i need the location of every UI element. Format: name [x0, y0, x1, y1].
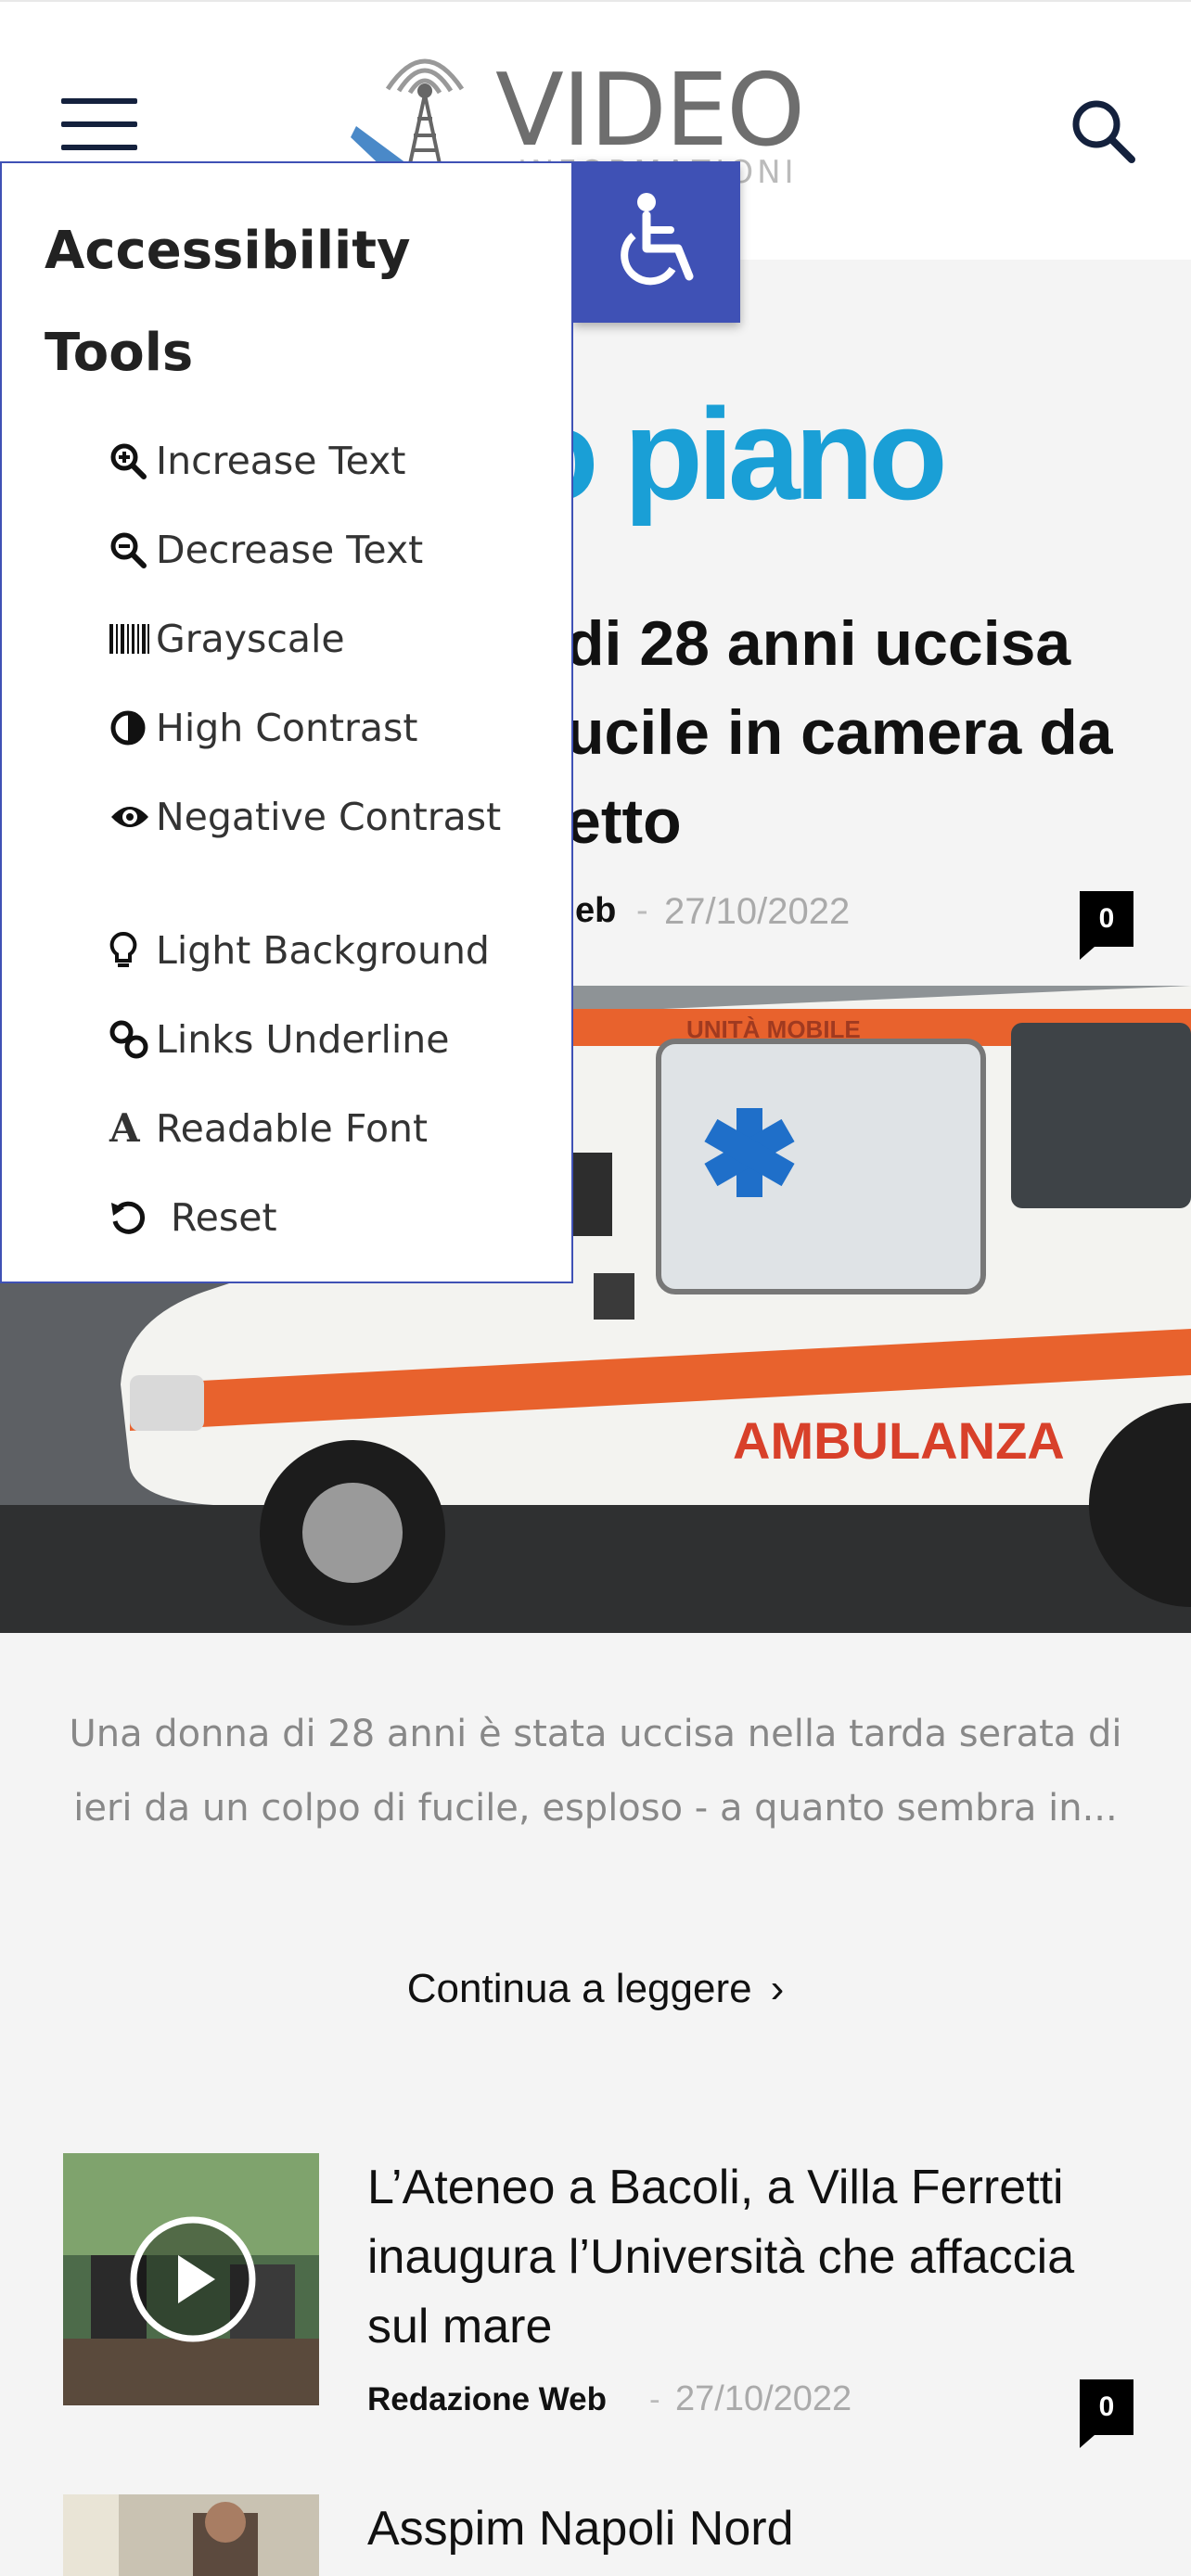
accessibility-toggle-button[interactable]	[573, 161, 740, 323]
hero-van-top-text: UNITÀ MOBILE	[686, 1015, 861, 1043]
article-date: 27/10/2022	[675, 2379, 852, 2418]
light-background-button[interactable]: Light Background	[109, 924, 555, 975]
links-underline-button[interactable]: Links Underline	[109, 1013, 555, 1064]
article-title[interactable]: Asspim Napoli Nord	[367, 2494, 1137, 2564]
high-contrast-button[interactable]: High Contrast	[109, 701, 555, 752]
article-title[interactable]: L’Ateneo a Bacoli, a Villa Ferretti inau…	[367, 2153, 1137, 2362]
meta-separator: -	[649, 2381, 660, 2417]
grayscale-label: Grayscale	[156, 617, 345, 661]
logo-text: VIDEO	[495, 53, 805, 169]
article-author[interactable]: Redazione Web	[367, 2381, 607, 2418]
eye-icon	[109, 802, 156, 832]
readable-font-button[interactable]: A Readable Font	[109, 1102, 555, 1153]
high-contrast-label: High Contrast	[156, 706, 418, 750]
decrease-text-label: Decrease Text	[156, 528, 424, 572]
comment-count-badge[interactable]: 0	[1080, 2379, 1133, 2448]
zoom-in-icon	[109, 442, 156, 479]
hamburger-icon[interactable]	[61, 98, 137, 150]
list-item: L’Ateneo a Bacoli, a Villa Ferretti inau…	[0, 2153, 1191, 2448]
search-icon[interactable]	[1070, 98, 1137, 165]
reset-icon	[109, 1199, 171, 1236]
article-thumbnail[interactable]	[63, 2153, 319, 2405]
meta-separator: -	[636, 891, 648, 930]
featured-headline-text: di 28 anni uccisa ucile in camera da ett…	[566, 608, 1113, 857]
section-title: o piano	[519, 381, 948, 527]
barcode-icon	[109, 622, 156, 656]
negative-contrast-label: Negative Contrast	[156, 795, 502, 839]
featured-headline[interactable]: di 28 anni uccisa ucile in camera da ett…	[566, 599, 1159, 859]
accessibility-tools-panel: Accessibility Tools Increase Text Decrea…	[0, 161, 573, 1283]
increase-text-button[interactable]: Increase Text	[109, 434, 555, 485]
continue-reading-link[interactable]: Continua a leggere ›	[0, 1966, 1191, 2012]
antenna-logo-icon	[351, 58, 465, 172]
font-icon: A	[109, 1105, 140, 1151]
zoom-out-icon	[109, 531, 156, 568]
readable-font-label: Readable Font	[156, 1106, 429, 1151]
accessibility-title: Accessibility Tools	[45, 221, 411, 383]
reset-button[interactable]: Reset	[109, 1191, 555, 1242]
comment-count: 0	[1098, 2391, 1115, 2422]
hero-van-text: AMBULANZA	[733, 1411, 1065, 1470]
light-background-label: Light Background	[156, 928, 490, 973]
increase-text-label: Increase Text	[156, 439, 406, 483]
contrast-icon	[109, 709, 156, 746]
article-thumbnail[interactable]	[63, 2494, 319, 2576]
link-icon	[109, 1020, 156, 1059]
negative-contrast-button[interactable]: Negative Contrast	[109, 790, 555, 841]
grayscale-button[interactable]: Grayscale	[109, 612, 555, 663]
comment-count: 0	[1098, 903, 1115, 934]
featured-excerpt: Una donna di 28 anni è stata uccisa nell…	[69, 1713, 1122, 1830]
chevron-right-icon: ›	[770, 1966, 785, 2011]
links-underline-label: Links Underline	[156, 1017, 450, 1062]
decrease-text-button[interactable]: Decrease Text	[109, 523, 555, 574]
featured-author[interactable]: eb	[575, 891, 616, 931]
reset-label: Reset	[171, 1195, 277, 1240]
wheelchair-icon	[621, 193, 694, 286]
featured-date: 27/10/2022	[664, 891, 851, 932]
lightbulb-icon	[109, 931, 156, 970]
comment-count-badge[interactable]: 0	[1080, 891, 1133, 960]
continue-reading-label: Continua a leggere	[406, 1966, 752, 2011]
list-item: Asspim Napoli Nord	[0, 2494, 1191, 2576]
